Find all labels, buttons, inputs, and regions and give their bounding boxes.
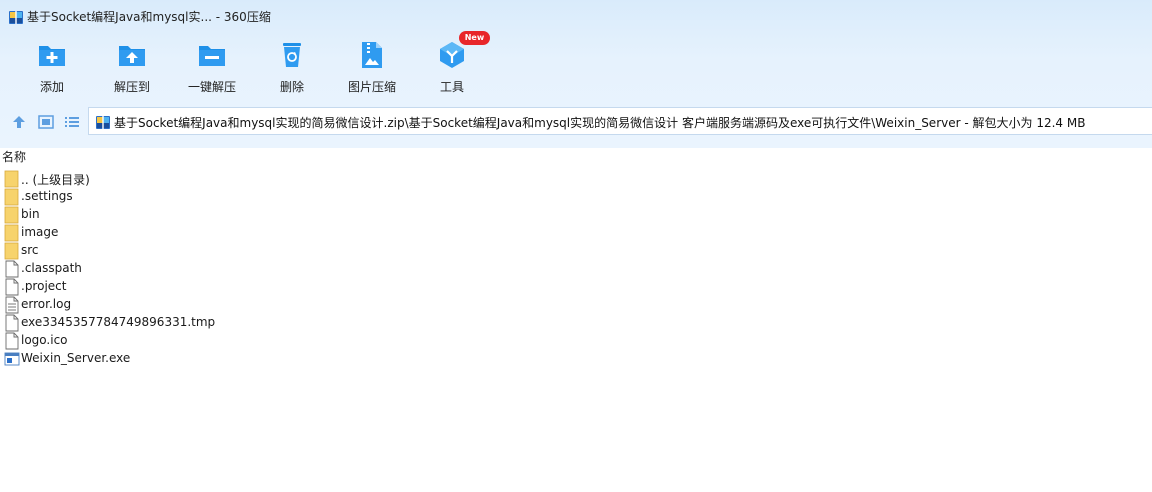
one-click-extract-label: 一键解压: [187, 80, 236, 94]
list-item[interactable]: Weixin_Server.exe: [0, 350, 400, 368]
title-bar: 基于Socket编程Java和mysql实... - 360压缩: [0, 0, 1152, 32]
archive-app-icon: [9, 11, 23, 24]
header-area: 基于Socket编程Java和mysql实... - 360压缩 添加 解压到 …: [0, 0, 1152, 148]
list-item[interactable]: bin: [0, 206, 400, 224]
archive-file-icon: [96, 116, 110, 129]
file-name: .classpath: [21, 261, 82, 275]
add-label: 添加: [39, 80, 64, 94]
list-item[interactable]: image: [0, 224, 400, 242]
file-name: src: [21, 243, 39, 257]
file-name: bin: [21, 207, 40, 221]
list-item[interactable]: error.log: [0, 296, 400, 314]
file-name: logo.ico: [21, 333, 68, 347]
folder-icon: [4, 206, 19, 224]
list-item[interactable]: src: [0, 242, 400, 260]
file-name: .settings: [21, 189, 73, 203]
image-compress-icon: [362, 42, 382, 68]
tools-label: 工具: [439, 80, 464, 94]
tools-button[interactable]: New 工具: [412, 31, 492, 96]
navigation-bar: 基于Socket编程Java和mysql实现的简易微信设计.zip\基于Sock…: [0, 107, 1152, 137]
folder-oneclick-extract-icon: [199, 46, 225, 66]
path-text: 基于Socket编程Java和mysql实现的简易微信设计.zip\基于Sock…: [114, 116, 1086, 130]
file-name: .. (上级目录): [21, 173, 90, 187]
up-arrow-icon[interactable]: [10, 113, 28, 131]
app-window: 基于Socket编程Java和mysql实... - 360压缩 添加 解压到 …: [0, 0, 1152, 492]
one-click-extract-button[interactable]: 一键解压: [172, 36, 252, 96]
blank-file-icon: [5, 260, 19, 278]
blank-file-icon: [5, 278, 19, 296]
list-item[interactable]: .classpath: [0, 260, 400, 278]
recycle-bin-icon: [283, 43, 301, 67]
list-item[interactable]: .. (上级目录): [0, 170, 400, 188]
column-name[interactable]: 名称: [2, 148, 26, 165]
folder-extract-icon: [119, 46, 145, 66]
blank-file-icon: [5, 314, 19, 332]
executable-file-icon: [4, 352, 20, 366]
image-compress-label: 图片压缩: [347, 80, 396, 94]
list-item[interactable]: .project: [0, 278, 400, 296]
path-bar[interactable]: 基于Socket编程Java和mysql实现的简易微信设计.zip\基于Sock…: [88, 107, 1152, 135]
image-compress-button[interactable]: 图片压缩: [332, 36, 412, 96]
file-name: image: [21, 225, 59, 239]
folder-icon: [4, 188, 19, 206]
extract-to-label: 解压到: [113, 80, 150, 94]
text-file-icon: [5, 296, 19, 314]
extract-to-button[interactable]: 解压到: [92, 36, 172, 96]
file-name: .project: [21, 279, 67, 293]
list-item[interactable]: logo.ico: [0, 332, 400, 350]
list-item[interactable]: .settings: [0, 188, 400, 206]
add-button[interactable]: 添加: [12, 36, 92, 96]
new-badge: New: [459, 31, 490, 45]
window-title: 基于Socket编程Java和mysql实... - 360压缩: [27, 10, 271, 24]
folder-icon: [4, 170, 19, 188]
toolbar: 添加 解压到 一键解压 删除 图片压缩 New 工具: [0, 31, 700, 96]
thumbnail-view-icon[interactable]: [37, 113, 55, 131]
list-view-icon[interactable]: [63, 113, 81, 131]
file-name: Weixin_Server.exe: [21, 351, 131, 365]
list-item[interactable]: exe3345357784749896331.tmp: [0, 314, 400, 332]
delete-label: 删除: [279, 80, 304, 94]
delete-button[interactable]: 删除: [252, 36, 332, 96]
blank-file-icon: [5, 332, 19, 350]
column-header: 名称: [0, 148, 1152, 166]
file-name: exe3345357784749896331.tmp: [21, 315, 216, 329]
folder-plus-icon: [39, 46, 65, 66]
file-name: error.log: [21, 297, 72, 311]
folder-icon: [4, 242, 19, 260]
folder-icon: [4, 224, 19, 242]
